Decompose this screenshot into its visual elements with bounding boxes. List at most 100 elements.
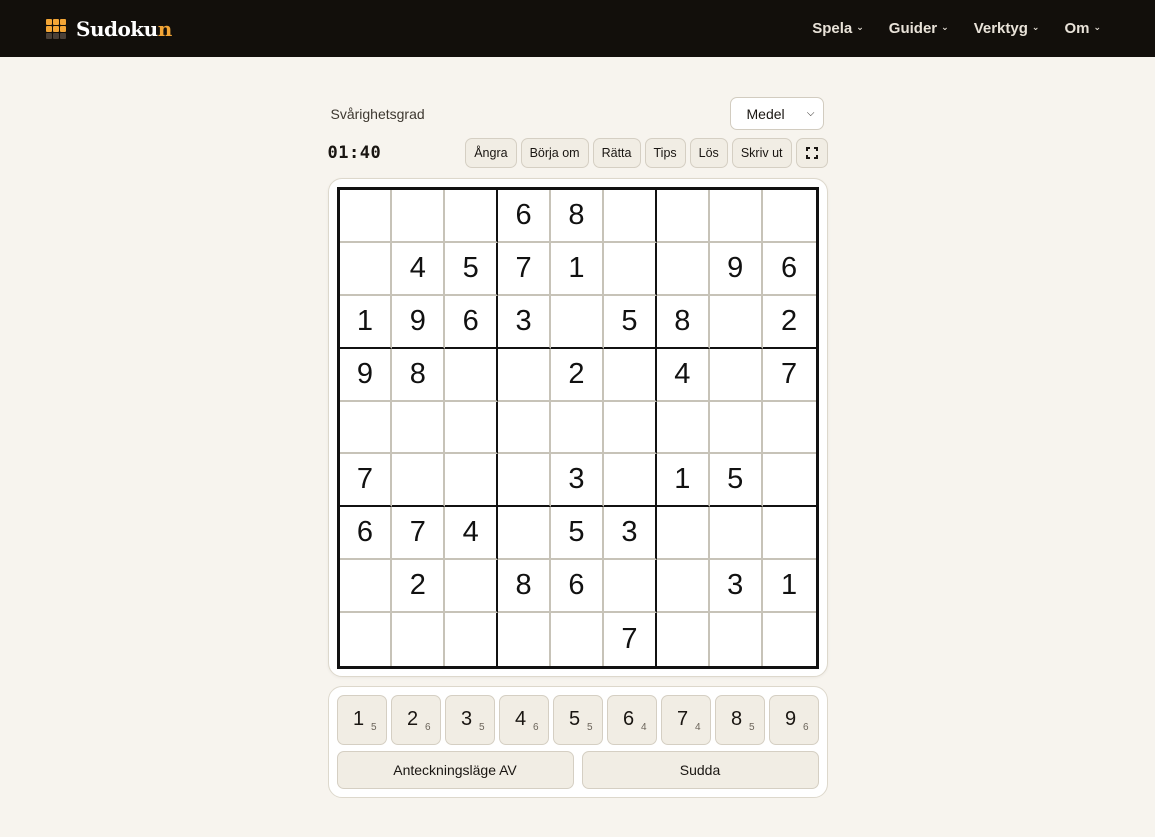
sudoku-cell[interactable]	[762, 401, 816, 455]
print-button[interactable]: Skriv ut	[731, 138, 792, 168]
sudoku-cell[interactable]	[656, 560, 710, 614]
sudoku-cell[interactable]: 9	[709, 242, 763, 296]
hint-button[interactable]: Tips	[644, 138, 686, 168]
sudoku-cell[interactable]	[603, 190, 657, 243]
brand[interactable]: Sudokun	[46, 17, 172, 41]
erase-button[interactable]: Sudda	[581, 751, 819, 789]
sudoku-cell[interactable]: 7	[603, 613, 657, 666]
sudoku-cell[interactable]	[339, 242, 393, 296]
sudoku-cell[interactable]: 7	[392, 507, 446, 561]
sudoku-cell[interactable]	[445, 613, 499, 666]
sudoku-cell[interactable]: 6	[498, 190, 552, 243]
sudoku-cell[interactable]: 5	[709, 454, 763, 508]
sudoku-cell[interactable]	[392, 454, 446, 508]
sudoku-cell[interactable]	[603, 242, 657, 296]
sudoku-cell[interactable]	[603, 454, 657, 508]
sudoku-cell[interactable]	[498, 507, 552, 561]
sudoku-cell[interactable]: 6	[339, 507, 393, 561]
sudoku-cell[interactable]	[445, 348, 499, 402]
sudoku-cell[interactable]: 8	[551, 190, 604, 243]
sudoku-cell[interactable]	[339, 560, 393, 614]
digit-button[interactable]: 15	[336, 695, 387, 745]
sudoku-cell[interactable]	[551, 295, 604, 349]
sudoku-cell[interactable]	[709, 613, 763, 666]
sudoku-cell[interactable]: 2	[762, 295, 816, 349]
sudoku-cell[interactable]	[762, 613, 816, 666]
sudoku-cell[interactable]: 5	[551, 507, 604, 561]
sudoku-cell[interactable]	[445, 401, 499, 455]
digit-button[interactable]: 46	[498, 695, 549, 745]
sudoku-cell[interactable]: 1	[762, 560, 816, 614]
sudoku-cell[interactable]	[445, 454, 499, 508]
check-button[interactable]: Rätta	[592, 138, 641, 168]
sudoku-cell[interactable]	[709, 190, 763, 243]
sudoku-cell[interactable]: 1	[339, 295, 393, 349]
sudoku-cell[interactable]: 7	[339, 454, 393, 508]
sudoku-cell[interactable]	[339, 613, 393, 666]
sudoku-cell[interactable]: 9	[339, 348, 393, 402]
digit-button[interactable]: 85	[714, 695, 765, 745]
sudoku-cell[interactable]: 4	[656, 348, 710, 402]
difficulty-select[interactable]: Medel ⌵	[729, 97, 824, 130]
sudoku-cell[interactable]	[656, 190, 710, 243]
sudoku-cell[interactable]	[445, 190, 499, 243]
sudoku-cell[interactable]	[498, 401, 552, 455]
sudoku-cell[interactable]	[656, 613, 710, 666]
sudoku-cell[interactable]: 8	[656, 295, 710, 349]
sudoku-cell[interactable]: 8	[498, 560, 552, 614]
sudoku-cell[interactable]	[392, 190, 446, 243]
sudoku-cell[interactable]	[762, 190, 816, 243]
sudoku-cell[interactable]	[339, 190, 393, 243]
sudoku-cell[interactable]: 4	[445, 507, 499, 561]
sudoku-cell[interactable]	[498, 613, 552, 666]
nav-item-guider[interactable]: Guider ⌄	[889, 20, 949, 37]
solve-button[interactable]: Lös	[689, 138, 728, 168]
sudoku-cell[interactable]	[603, 560, 657, 614]
sudoku-cell[interactable]	[656, 507, 710, 561]
sudoku-cell[interactable]: 2	[392, 560, 446, 614]
sudoku-cell[interactable]	[551, 613, 604, 666]
sudoku-cell[interactable]: 5	[445, 242, 499, 296]
sudoku-cell[interactable]	[709, 348, 763, 402]
sudoku-cell[interactable]: 3	[603, 507, 657, 561]
sudoku-cell[interactable]	[392, 613, 446, 666]
sudoku-cell[interactable]: 8	[392, 348, 446, 402]
undo-button[interactable]: Ångra	[465, 138, 517, 168]
sudoku-cell[interactable]	[762, 507, 816, 561]
sudoku-cell[interactable]	[392, 401, 446, 455]
sudoku-cell[interactable]: 6	[445, 295, 499, 349]
nav-item-verktyg[interactable]: Verktyg ⌄	[974, 20, 1040, 37]
sudoku-cell[interactable]: 7	[762, 348, 816, 402]
sudoku-cell[interactable]	[709, 401, 763, 455]
sudoku-cell[interactable]	[603, 401, 657, 455]
restart-button[interactable]: Börja om	[520, 138, 589, 168]
sudoku-cell[interactable]: 7	[498, 242, 552, 296]
sudoku-cell[interactable]	[762, 454, 816, 508]
sudoku-cell[interactable]: 6	[762, 242, 816, 296]
sudoku-cell[interactable]	[603, 348, 657, 402]
nav-item-om[interactable]: Om ⌄	[1064, 20, 1101, 37]
sudoku-cell[interactable]: 3	[709, 560, 763, 614]
digit-button[interactable]: 55	[552, 695, 603, 745]
nav-item-spela[interactable]: Spela ⌄	[812, 20, 864, 37]
sudoku-cell[interactable]: 2	[551, 348, 604, 402]
sudoku-cell[interactable]	[339, 401, 393, 455]
digit-button[interactable]: 35	[444, 695, 495, 745]
sudoku-cell[interactable]: 3	[498, 295, 552, 349]
sudoku-cell[interactable]	[445, 560, 499, 614]
sudoku-cell[interactable]: 5	[603, 295, 657, 349]
digit-button[interactable]: 26	[390, 695, 441, 745]
sudoku-cell[interactable]: 9	[392, 295, 446, 349]
sudoku-cell[interactable]	[709, 507, 763, 561]
sudoku-cell[interactable]	[498, 348, 552, 402]
sudoku-cell[interactable]: 3	[551, 454, 604, 508]
sudoku-cell[interactable]	[498, 454, 552, 508]
sudoku-cell[interactable]	[656, 401, 710, 455]
fullscreen-button[interactable]	[795, 138, 828, 168]
digit-button[interactable]: 96	[768, 695, 819, 745]
digit-button[interactable]: 74	[660, 695, 711, 745]
sudoku-cell[interactable]: 1	[551, 242, 604, 296]
sudoku-cell[interactable]	[551, 401, 604, 455]
sudoku-cell[interactable]: 4	[392, 242, 446, 296]
sudoku-cell[interactable]	[656, 242, 710, 296]
